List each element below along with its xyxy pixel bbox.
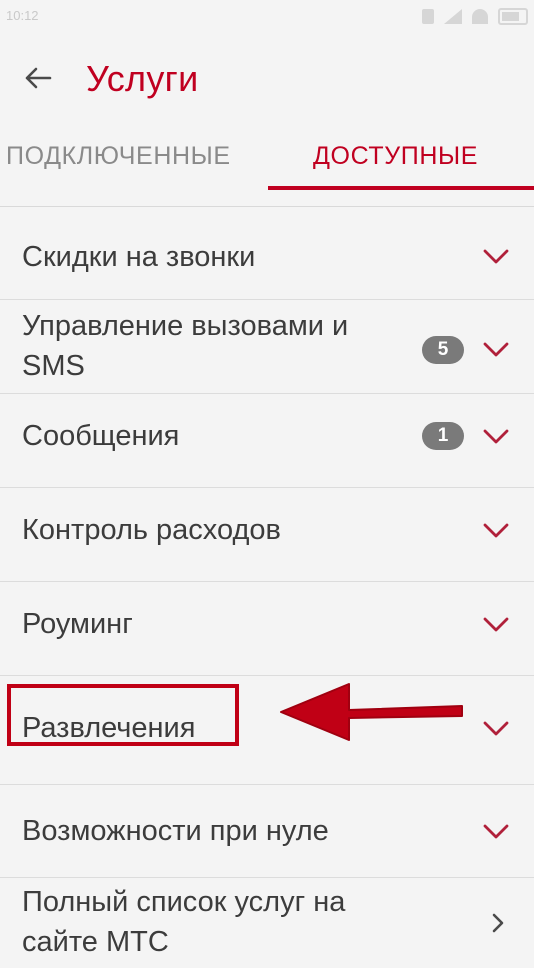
status-time: 10:12 — [6, 8, 39, 23]
wifi-icon — [472, 9, 488, 24]
page-title: Услуги — [86, 58, 199, 99]
tab-bar: ПОДКЛЮЧЕННЫЕ ДОСТУПНЫЕ — [0, 130, 534, 192]
highlight-box — [7, 684, 239, 746]
service-item-label: Скидки на звонки — [22, 241, 256, 273]
annotation-arrow-icon — [280, 683, 463, 741]
service-item-full-list[interactable]: Полный список услуг на сайте МТС — [0, 878, 534, 968]
service-item-label: Контроль расходов — [22, 514, 281, 546]
active-tab-indicator — [268, 186, 534, 190]
chevron-down-icon — [483, 342, 509, 357]
arrow-left-icon — [25, 67, 52, 89]
service-item-call-discounts[interactable]: Скидки на звонки — [0, 207, 534, 300]
app-bar: Услуги — [0, 34, 534, 130]
chevron-down-icon — [483, 523, 509, 538]
chevron-right-icon — [492, 913, 504, 933]
tab-available[interactable]: ДОСТУПНЫЕ — [313, 142, 478, 171]
service-item-label: Возможности при нуле — [22, 815, 329, 847]
back-button[interactable] — [16, 56, 60, 100]
count-badge: 5 — [422, 336, 464, 364]
service-item-expense-control[interactable]: Контроль расходов — [0, 488, 534, 582]
chevron-down-icon — [483, 429, 509, 444]
service-item-messages[interactable]: Сообщения 1 — [0, 394, 534, 488]
service-item-label-line2: SMS — [22, 350, 85, 382]
tab-connected[interactable]: ПОДКЛЮЧЕННЫЕ — [6, 142, 231, 171]
service-item-zero-balance[interactable]: Возможности при нуле — [0, 785, 534, 878]
service-item-label-line2: сайте МТС — [22, 926, 169, 958]
chevron-down-icon — [483, 249, 509, 264]
count-badge: 1 — [422, 422, 464, 450]
service-item-label-line1: Полный список услуг на — [22, 886, 346, 918]
service-item-call-sms-management[interactable]: Управление вызовами и SMS 5 — [0, 300, 534, 394]
service-item-roaming[interactable]: Роуминг — [0, 582, 534, 676]
service-item-label: Роуминг — [22, 608, 133, 640]
signal-icon — [444, 9, 462, 24]
status-bar: 10:12 — [0, 0, 534, 34]
services-list: Скидки на звонки Управление вызовами и S… — [0, 207, 534, 968]
status-icons — [422, 8, 528, 25]
chevron-down-icon — [483, 824, 509, 839]
sim-icon — [422, 9, 434, 24]
service-item-label: Сообщения — [22, 420, 180, 452]
chevron-down-icon — [483, 617, 509, 632]
service-item-label-line1: Управление вызовами и — [22, 310, 349, 342]
chevron-down-icon — [483, 721, 509, 736]
battery-icon — [498, 8, 528, 25]
